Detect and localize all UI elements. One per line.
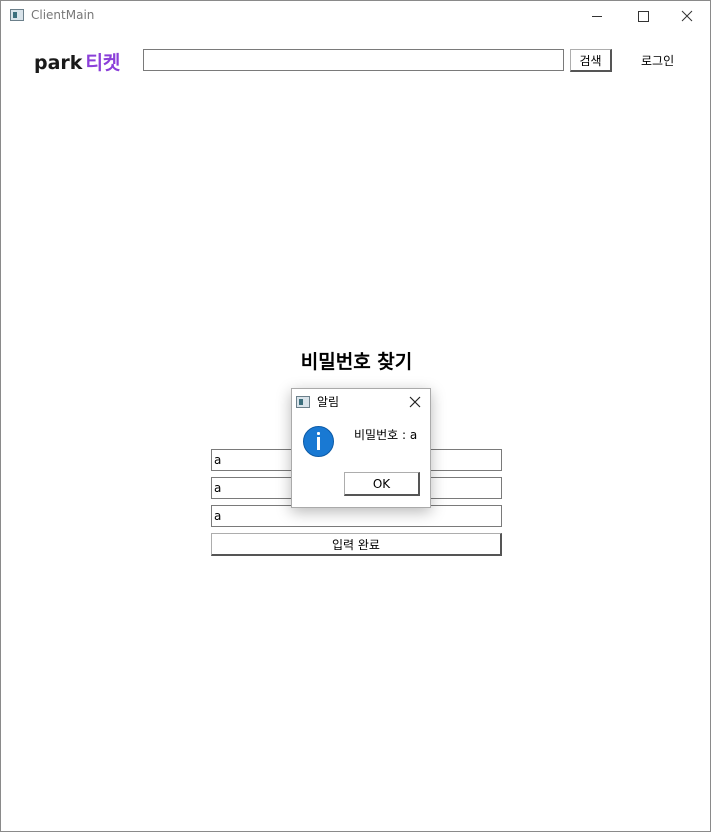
ok-button[interactable]: OK: [344, 472, 420, 496]
logo-ticket-text: 티켓: [85, 52, 121, 74]
login-link[interactable]: 로그인: [641, 52, 674, 69]
close-button[interactable]: [664, 1, 710, 31]
dialog-app-icon: [296, 396, 310, 408]
close-icon: [681, 10, 693, 22]
logo[interactable]: park 티켓: [34, 48, 120, 75]
page-title: 비밀번호 찾기: [300, 351, 413, 373]
maximize-button[interactable]: [620, 1, 666, 31]
client-main-window: ClientMain park티켓 검색 로그인 비밀번호 찾기 입력 완료 알…: [0, 0, 711, 832]
window-title: ClientMain: [31, 8, 95, 22]
logo-park-text: park: [34, 52, 83, 74]
app-icon: [10, 9, 24, 21]
alert-dialog: 알림 비밀번호 : a OK: [291, 388, 431, 508]
dialog-close-button[interactable]: [404, 392, 426, 412]
dialog-title: 알림: [317, 395, 340, 409]
title-bar[interactable]: ClientMain: [1, 1, 710, 31]
find-password-field-3[interactable]: [211, 505, 502, 527]
maximize-icon: [637, 10, 649, 22]
dialog-message: 비밀번호 : a: [354, 428, 418, 442]
info-icon: [303, 426, 334, 457]
search-button[interactable]: 검색: [570, 49, 612, 72]
minimize-button[interactable]: [574, 1, 620, 31]
submit-button[interactable]: 입력 완료: [211, 533, 502, 556]
search-input[interactable]: [143, 49, 564, 71]
close-icon: [409, 396, 421, 408]
minimize-icon: [592, 15, 602, 17]
